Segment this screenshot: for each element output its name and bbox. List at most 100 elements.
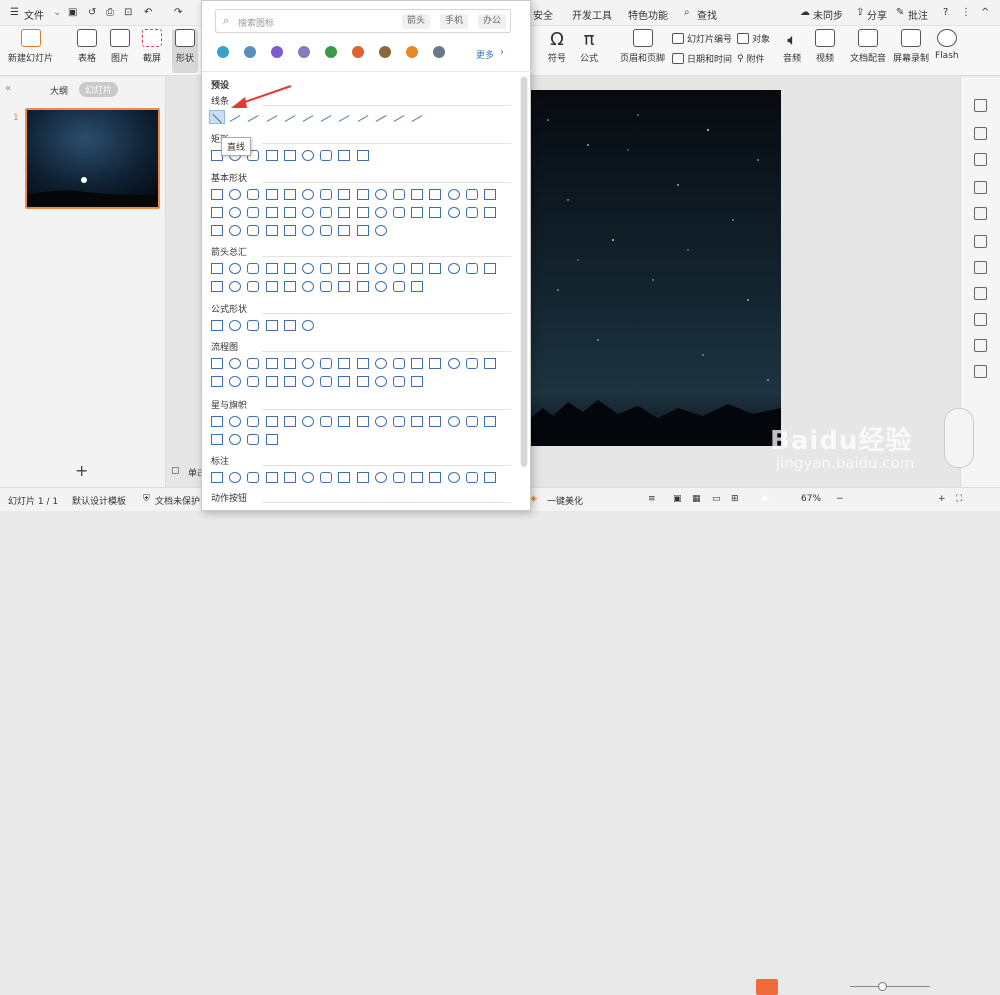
zoom-in-icon[interactable]: + [938, 494, 946, 504]
symbol-button[interactable]: Ω 符号 [548, 29, 566, 64]
formula-button[interactable]: π 公式 [580, 29, 598, 64]
shape-item[interactable] [338, 225, 351, 236]
external-icon[interactable] [974, 365, 987, 378]
shape-item[interactable] [265, 416, 278, 427]
icon-search-box[interactable]: ⌕ 搜索图标 箭头 手机 办公 [215, 9, 511, 33]
shape-item[interactable] [229, 376, 242, 387]
shape-item[interactable] [374, 225, 387, 236]
shape-item[interactable] [338, 115, 350, 122]
library-icon[interactable] [298, 46, 310, 58]
shape-item[interactable] [338, 189, 351, 200]
shape-item[interactable] [356, 376, 369, 387]
shape-item[interactable] [429, 207, 442, 218]
shape-item[interactable] [302, 281, 314, 292]
shape-item[interactable] [211, 263, 223, 274]
more-link[interactable]: 更多 [476, 48, 494, 61]
shape-item[interactable] [265, 207, 278, 218]
help-icon[interactable]: ? [943, 7, 948, 18]
shape-item[interactable] [393, 416, 405, 427]
shape-item[interactable] [393, 472, 405, 483]
shape-item[interactable] [283, 189, 296, 200]
shape-item[interactable] [429, 263, 442, 274]
shape-item[interactable] [393, 376, 405, 387]
reading-view-icon[interactable]: ▭ [712, 494, 721, 504]
shape-item[interactable] [393, 358, 405, 369]
shape-item[interactable] [302, 358, 314, 369]
shape-item[interactable] [374, 472, 387, 483]
plus-icon[interactable]: + [75, 461, 88, 480]
shape-item[interactable] [211, 320, 223, 331]
search-placeholder[interactable]: 搜索图标 [238, 16, 274, 29]
shape-item[interactable] [265, 150, 278, 161]
shape-item[interactable] [320, 358, 333, 369]
dub-button[interactable]: 文档配音 [850, 29, 886, 64]
shape-item[interactable] [374, 281, 387, 292]
shape-item[interactable] [229, 472, 242, 483]
shape-item[interactable] [465, 207, 478, 218]
shape-item[interactable] [356, 189, 369, 200]
cursor-icon[interactable] [974, 99, 987, 112]
normal-view-icon[interactable]: ▣ [673, 494, 682, 504]
shape-item[interactable] [211, 376, 223, 387]
shape-item[interactable] [338, 358, 351, 369]
presenter-view-icon[interactable]: ⊞ [731, 494, 739, 504]
shape-item[interactable] [411, 281, 424, 292]
shape-item[interactable] [320, 281, 333, 292]
shape-item[interactable] [247, 263, 260, 274]
notes-toggle-icon[interactable]: ≡ [648, 494, 656, 504]
preview-icon[interactable]: ⊡ [124, 7, 132, 18]
shape-item[interactable] [302, 320, 314, 331]
shape-item[interactable] [338, 263, 351, 274]
shape-item[interactable] [356, 263, 369, 274]
slide-number-button[interactable]: 幻灯片编号 [672, 32, 732, 45]
shape-item[interactable] [320, 115, 332, 122]
library-icon[interactable] [406, 46, 418, 58]
library-icon[interactable] [433, 46, 445, 58]
tab-features[interactable]: 特色功能 [628, 7, 668, 22]
shape-item[interactable] [357, 115, 369, 122]
beautify-button[interactable]: 一键美化 [547, 494, 583, 507]
shape-item[interactable] [374, 189, 387, 200]
library-icon[interactable] [352, 46, 364, 58]
tab-security[interactable]: 安全 [533, 7, 553, 22]
animation-icon[interactable] [974, 181, 987, 194]
shape-item[interactable] [229, 434, 242, 445]
shape-item[interactable] [356, 281, 369, 292]
shape-item[interactable] [247, 320, 260, 331]
shape-item[interactable] [211, 434, 223, 445]
shape-item[interactable] [229, 189, 242, 200]
shapes-icon[interactable] [974, 153, 987, 166]
shape-item[interactable] [265, 358, 278, 369]
zoom-out-icon[interactable]: − [836, 494, 844, 504]
shape-item[interactable] [229, 225, 242, 236]
shape-item[interactable] [484, 189, 496, 200]
video-button[interactable]: 视频 [815, 29, 835, 64]
shape-item[interactable] [265, 225, 278, 236]
shape-item[interactable] [302, 376, 314, 387]
shape-item[interactable] [484, 263, 496, 274]
shape-item[interactable] [447, 189, 460, 200]
shape-button[interactable]: 形状 [172, 29, 198, 73]
tab-developer[interactable]: 开发工具 [572, 7, 612, 22]
shape-item[interactable] [374, 358, 387, 369]
shape-item[interactable] [411, 189, 424, 200]
shape-item[interactable] [229, 416, 242, 427]
shape-item[interactable] [302, 115, 314, 122]
collapse-icon[interactable]: ^ [981, 7, 989, 18]
shape-item[interactable] [211, 281, 223, 292]
shape-item[interactable] [265, 472, 278, 483]
shape-item[interactable] [356, 207, 369, 218]
shape-item[interactable] [211, 358, 223, 369]
shape-item[interactable] [338, 472, 351, 483]
shape-item[interactable] [302, 189, 314, 200]
shape-item[interactable] [283, 225, 296, 236]
scrollbar-thumb[interactable] [521, 77, 527, 467]
shape-item[interactable] [247, 281, 260, 292]
shape-item[interactable] [484, 207, 496, 218]
picture-button[interactable]: 图片 [110, 29, 130, 64]
shape-item[interactable] [247, 472, 260, 483]
table-grid-icon[interactable] [974, 235, 987, 248]
shape-item[interactable] [283, 150, 296, 161]
shape-item[interactable] [229, 263, 242, 274]
save-icon[interactable]: ▣ [68, 7, 77, 18]
